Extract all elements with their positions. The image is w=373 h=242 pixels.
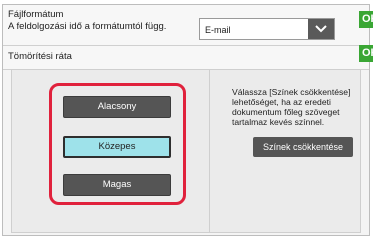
dropdown-button[interactable] <box>308 19 334 39</box>
compression-rate-row: Tömörítési ráta <box>3 46 369 70</box>
compression-low-button[interactable]: Alacsony <box>63 96 171 118</box>
compression-ok-button[interactable]: OK <box>359 45 373 62</box>
reduce-colors-button[interactable]: Színek csökkentése <box>253 137 353 157</box>
reduce-colors-info: Válassza [Színek csökkentése] lehetősége… <box>232 87 357 127</box>
file-format-title: Fájlformátum <box>8 9 64 20</box>
file-format-select[interactable]: E-mail <box>199 18 335 40</box>
compression-high-button[interactable]: Magas <box>63 174 171 196</box>
compression-rate-title: Tömörítési ráta <box>8 51 72 62</box>
file-format-value: E-mail <box>205 25 231 35</box>
file-format-note: A feldolgozási idő a formátumtól függ. <box>8 21 167 32</box>
file-format-row: Fájlformátum A feldolgozási idő a formát… <box>3 5 369 46</box>
format-ok-button[interactable]: OK <box>359 11 373 28</box>
info-line-2: lehetőséget, ha az eredeti <box>232 97 331 107</box>
info-line-1: Válassza [Színek csökkentése] <box>232 87 351 97</box>
chevron-down-icon <box>315 25 327 33</box>
compression-medium-button[interactable]: Közepes <box>63 136 171 158</box>
info-line-3: dokumentum főleg szöveget <box>232 107 340 117</box>
compression-settings-screen: Fájlformátum A feldolgozási idő a formát… <box>2 4 370 236</box>
info-line-4: tartalmaz kevés színnel. <box>232 117 325 127</box>
panel-divider <box>209 69 210 233</box>
